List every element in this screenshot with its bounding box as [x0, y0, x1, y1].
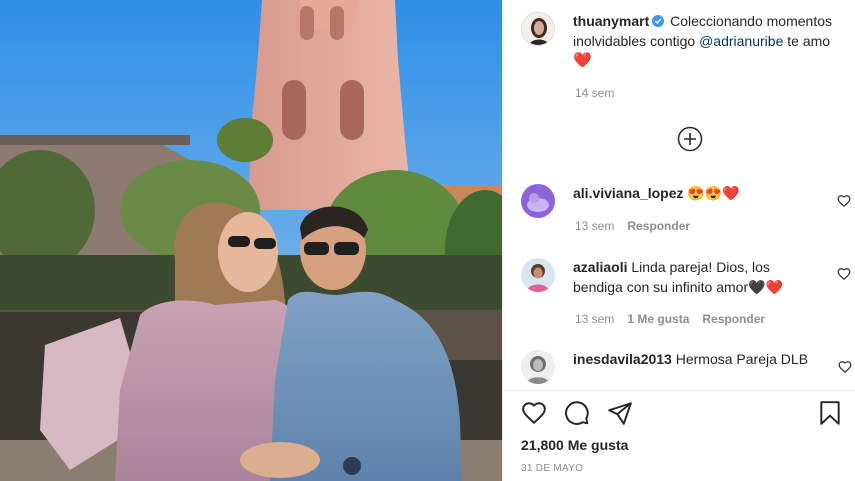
reply-button[interactable]: Responder	[627, 219, 690, 233]
caption-heart-emoji: ❤️	[573, 52, 592, 69]
commenter-avatar[interactable]	[521, 258, 555, 292]
comment-item: azaliaoli Linda pareja! Dios, los bendig…	[521, 258, 851, 297]
comment-username[interactable]: inesdavila2013	[573, 351, 672, 367]
comment-likes-count[interactable]: 1 Me gusta	[627, 312, 689, 326]
section-divider	[503, 390, 855, 391]
comment-like-heart-icon[interactable]	[838, 360, 852, 374]
comment-text: inesdavila2013 Hermosa Pareja DLB	[573, 350, 823, 384]
comment-timestamp[interactable]: 13 sem	[575, 312, 614, 326]
paper-plane-icon[interactable]	[607, 400, 633, 426]
heart-outline-icon[interactable]	[521, 400, 547, 426]
plus-circle-icon[interactable]	[677, 126, 703, 152]
caption-block: thuanymart Coleccionando momentos inolvi…	[521, 12, 841, 71]
post-side-panel: thuanymart Coleccionando momentos inolvi…	[502, 0, 855, 481]
commenter-avatar[interactable]	[521, 350, 555, 384]
comment-text: ali.viviana_lopez 😍😍❤️	[573, 184, 823, 218]
verified-badge-icon	[652, 15, 665, 27]
post-photo[interactable]	[0, 0, 502, 481]
comment-body: Hermosa Pareja DLB	[675, 351, 809, 367]
comment-username[interactable]: ali.viviana_lopez	[573, 185, 684, 201]
likes-count[interactable]: 21,800 Me gusta	[521, 437, 628, 453]
post-date[interactable]: 31 DE MAYO	[521, 463, 583, 474]
comment-timestamp[interactable]: 13 sem	[575, 219, 614, 233]
comment-like-heart-icon[interactable]	[837, 267, 851, 281]
caption-timestamp[interactable]: 14 sem	[575, 86, 614, 100]
commenter-avatar[interactable]	[521, 184, 555, 218]
comment-item: ali.viviana_lopez 😍😍❤️	[521, 184, 851, 218]
comment-meta: 13 sem 1 Me gusta Responder	[575, 312, 765, 326]
comment-body: 😍😍❤️	[687, 185, 740, 201]
comment-username[interactable]: azaliaoli	[573, 259, 627, 275]
caption-end-text: te amo	[783, 32, 831, 49]
bookmark-icon[interactable]	[817, 400, 843, 426]
caption-mention-link[interactable]: @adrianuribe	[699, 33, 783, 49]
comment-like-heart-icon[interactable]	[837, 194, 851, 208]
comment-bubble-icon[interactable]	[564, 400, 590, 426]
post-actions-bar	[521, 399, 843, 429]
caption-text: thuanymart Coleccionando momentos inolvi…	[573, 12, 841, 71]
comment-item: inesdavila2013 Hermosa Pareja DLB	[521, 350, 851, 384]
comment-text: azaliaoli Linda pareja! Dios, los bendig…	[573, 258, 823, 297]
post-photo-illustration	[0, 0, 502, 481]
author-avatar[interactable]	[521, 12, 555, 46]
author-username[interactable]: thuanymart	[573, 13, 649, 29]
reply-button[interactable]: Responder	[702, 312, 765, 326]
comment-clip: inesdavila2013 Hermosa Pareja DLB	[503, 350, 855, 390]
instagram-post: thuanymart Coleccionando momentos inolvi…	[0, 0, 855, 481]
